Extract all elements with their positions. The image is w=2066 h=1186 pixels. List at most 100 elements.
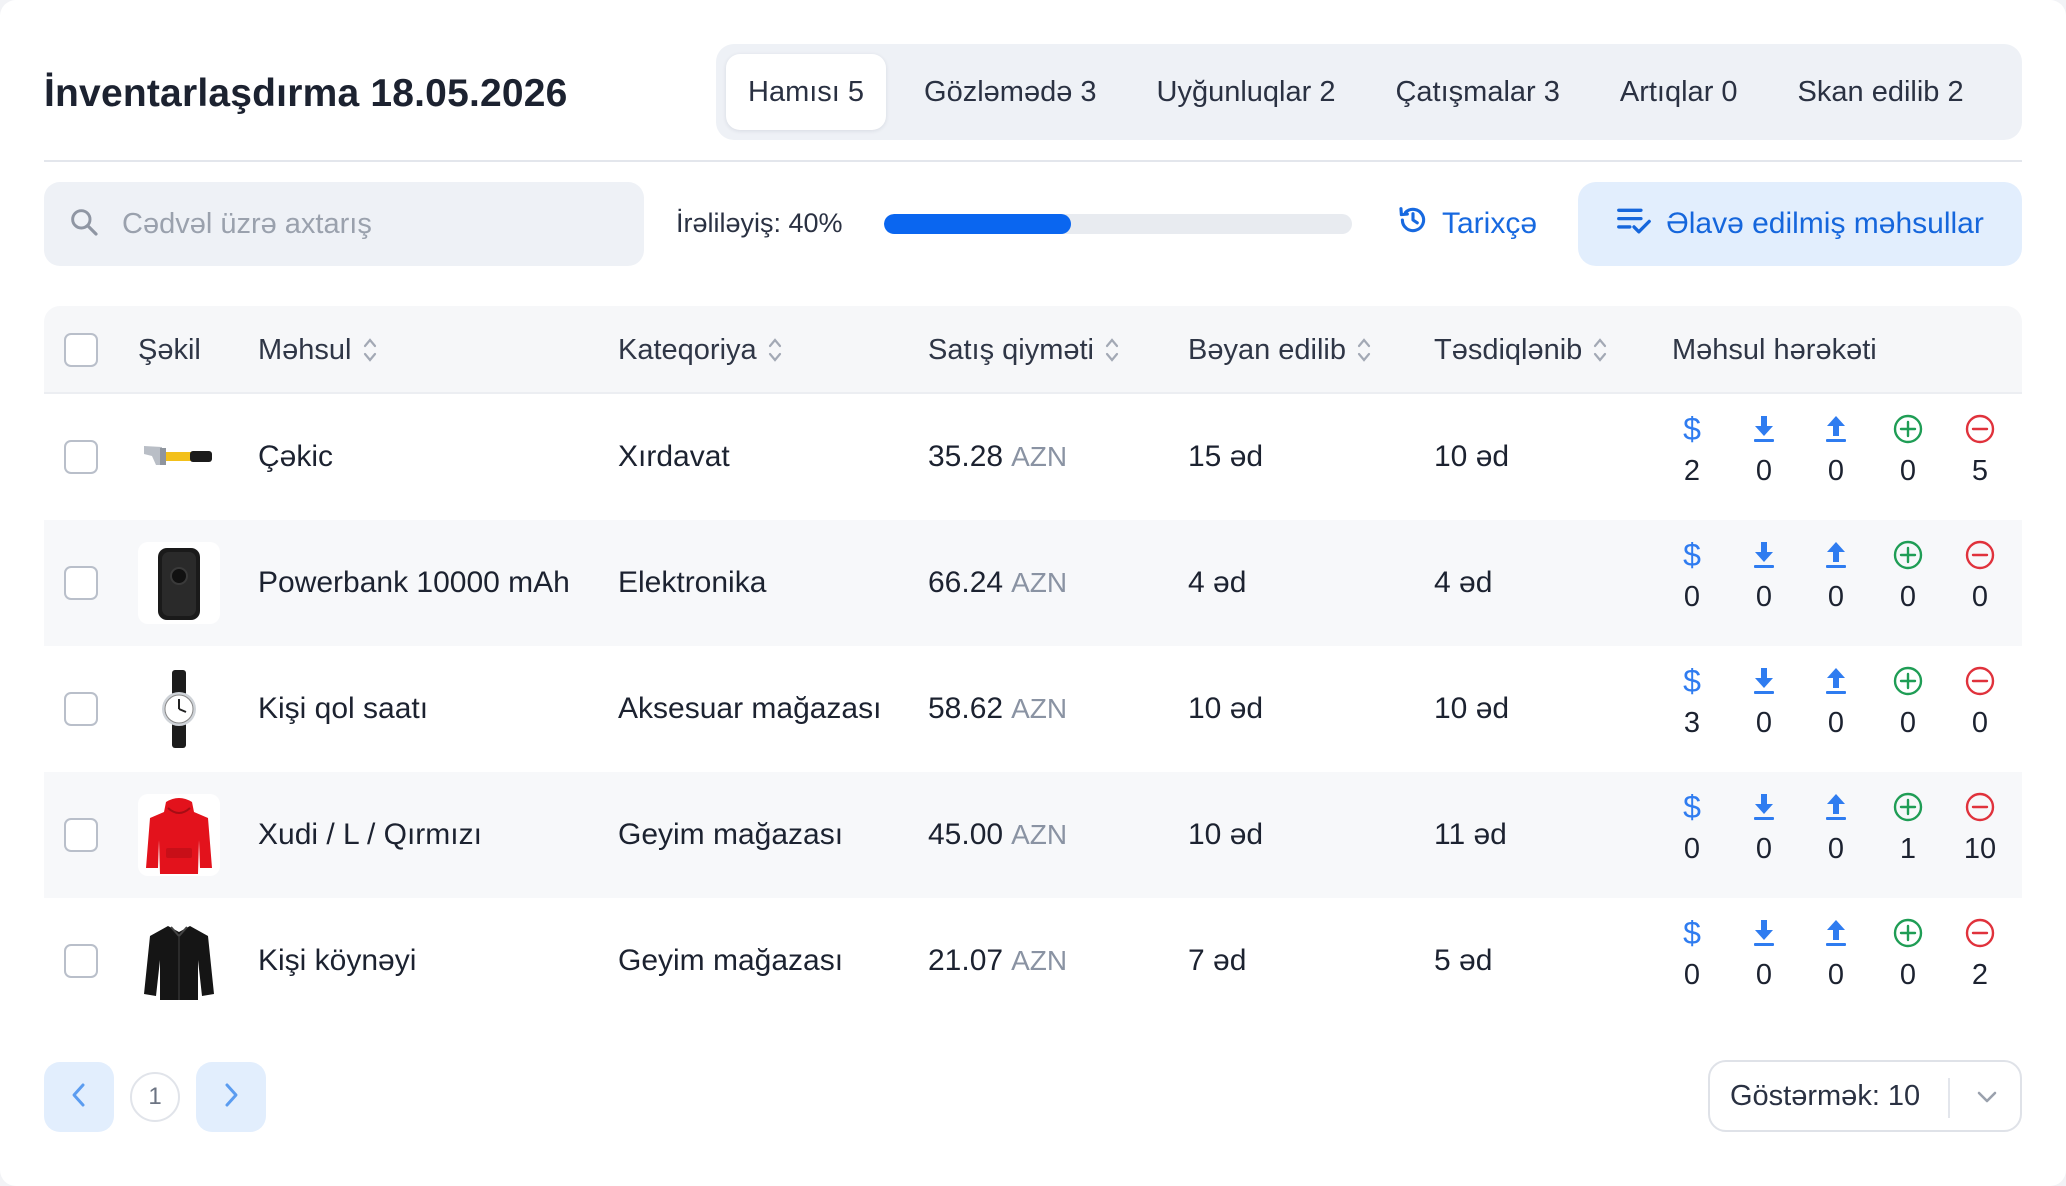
plus-circle-icon [1891,916,1925,955]
movement-surplus[interactable]: 1 [1888,790,1928,866]
prev-page-button[interactable] [44,1062,114,1132]
movement-count: 0 [1683,833,1701,865]
table-row[interactable]: Çəkic Xırdavat 35.28 AZN 15 əd 10 əd $2 0 0 0 5 [44,394,2022,520]
tab-matches[interactable]: Uyğunluqlar 2 [1135,54,1358,130]
col-product[interactable]: Məhsul [258,306,378,394]
movement-shortage[interactable]: 0 [1960,664,2000,740]
price-currency: AZN [1011,567,1068,598]
minus-circle-icon [1963,790,1997,829]
confirmed-qty: 11 əd [1434,818,1507,851]
table-row[interactable]: Kişi qol saatı Aksesuar mağazası 58.62 AZN 1… [44,646,2022,772]
declared-qty: 4 əd [1188,566,1247,599]
sort-icon [1592,335,1608,365]
movement-sale[interactable]: $3 [1672,663,1712,740]
movement-export[interactable]: 0 [1816,538,1856,614]
plus-circle-icon [1891,412,1925,451]
movement-count: 0 [1827,959,1845,991]
product-name[interactable]: Kişi qol saatı [258,646,428,772]
movement-count: 0 [1827,455,1845,487]
download-icon [1749,664,1779,703]
select-divider [1948,1078,1950,1118]
movement-export[interactable]: 0 [1816,664,1856,740]
table-row[interactable]: Powerbank 10000 mAh Elektronika 66.24 AZN 4 … [44,520,2022,646]
dollar-icon: $ [1677,411,1707,451]
movement-import[interactable]: 0 [1744,916,1784,992]
product-image-cell [138,772,220,898]
row-checkbox[interactable] [64,692,98,726]
row-select-cell [64,520,98,646]
upload-icon [1821,412,1851,451]
movement-shortage[interactable]: 5 [1960,412,2000,488]
product-name[interactable]: Kişi köynəyi [258,898,416,1024]
per-page-select[interactable]: Göstərmək: 10 [1708,1060,2022,1132]
movement-import[interactable]: 0 [1744,790,1784,866]
minus-circle-icon [1963,538,1997,577]
row-checkbox[interactable] [64,440,98,474]
plus-circle-icon [1891,538,1925,577]
search-input[interactable] [122,207,582,241]
page-number[interactable]: 1 [130,1072,180,1122]
movement-shortage[interactable]: 0 [1960,538,2000,614]
movement-surplus[interactable]: 0 [1888,538,1928,614]
progress-fill [884,214,1072,234]
product-price: 35.28 AZN [928,394,1067,520]
header-divider [44,160,2022,162]
svg-text:$: $ [1683,790,1701,824]
movement-sale[interactable]: $0 [1672,789,1712,866]
select-all-cell [64,306,98,394]
tab-shortages[interactable]: Çatışmalar 3 [1373,54,1581,130]
movement-import[interactable]: 0 [1744,664,1784,740]
price-currency: AZN [1011,945,1068,976]
tab-surpluses[interactable]: Artıqlar 0 [1598,54,1760,130]
movement-shortage[interactable]: 10 [1960,790,2000,866]
next-page-button[interactable] [196,1062,266,1132]
movement-import[interactable]: 0 [1744,412,1784,488]
row-select-cell [64,646,98,772]
movement-count: 0 [1755,707,1773,739]
movement-export[interactable]: 0 [1816,412,1856,488]
product-name[interactable]: Powerbank 10000 mAh [258,520,570,646]
confirmed-qty: 10 əd [1434,692,1510,725]
movement-import[interactable]: 0 [1744,538,1784,614]
movement-shortage[interactable]: 2 [1960,916,2000,992]
table-row[interactable]: Kişi köynəyi Geyim mağazası 21.07 AZN 7 əd 5 … [44,898,2022,1024]
movement-sale[interactable]: $0 [1672,915,1712,992]
movement-surplus[interactable]: 0 [1888,916,1928,992]
movement-surplus[interactable]: 0 [1888,412,1928,488]
minus-circle-icon [1963,664,1997,703]
chevron-down-icon [1974,1084,2000,1118]
table-row[interactable]: Xudi / L / Qırmızı Geyim mağazası 45.00 AZN… [44,772,2022,898]
col-declared[interactable]: Bəyan edilib [1188,306,1372,394]
row-select-cell [64,898,98,1024]
search-icon [68,206,100,243]
row-checkbox[interactable] [64,566,98,600]
movement-sale[interactable]: $2 [1672,411,1712,488]
product-image-cell [138,646,220,772]
tab-scanned[interactable]: Skan edilib 2 [1776,54,1986,130]
product-name[interactable]: Çəkic [258,394,333,520]
movement-sale[interactable]: $0 [1672,537,1712,614]
col-price[interactable]: Satış qiyməti [928,306,1120,394]
search-box[interactable] [44,182,644,266]
product-name[interactable]: Xudi / L / Qırmızı [258,772,482,898]
col-category[interactable]: Kateqoriya [618,306,783,394]
movement-count: 0 [1827,581,1845,613]
dollar-icon: $ [1677,663,1707,703]
movement-surplus[interactable]: 0 [1888,664,1928,740]
col-confirmed[interactable]: Təsdiqlənib [1434,306,1608,394]
tab-all[interactable]: Hamısı 5 [726,54,887,130]
tab-pending[interactable]: Gözləmədə 3 [902,54,1119,130]
svg-text:$: $ [1683,538,1701,572]
page-title: İnventarlaşdırma 18.05.2026 [44,72,568,115]
movement-count: 0 [1683,581,1701,613]
row-checkbox[interactable] [64,944,98,978]
movement-export[interactable]: 0 [1816,916,1856,992]
dollar-icon: $ [1677,537,1707,577]
history-button[interactable]: Tarixçə [1396,198,1537,250]
movement-export[interactable]: 0 [1816,790,1856,866]
select-all-checkbox[interactable] [64,333,98,367]
row-checkbox[interactable] [64,818,98,852]
col-product-label: Məhsul [258,333,352,366]
added-products-button[interactable]: Əlavə edilmiş məhsullar [1578,182,2022,266]
product-image-cell [138,898,220,1024]
